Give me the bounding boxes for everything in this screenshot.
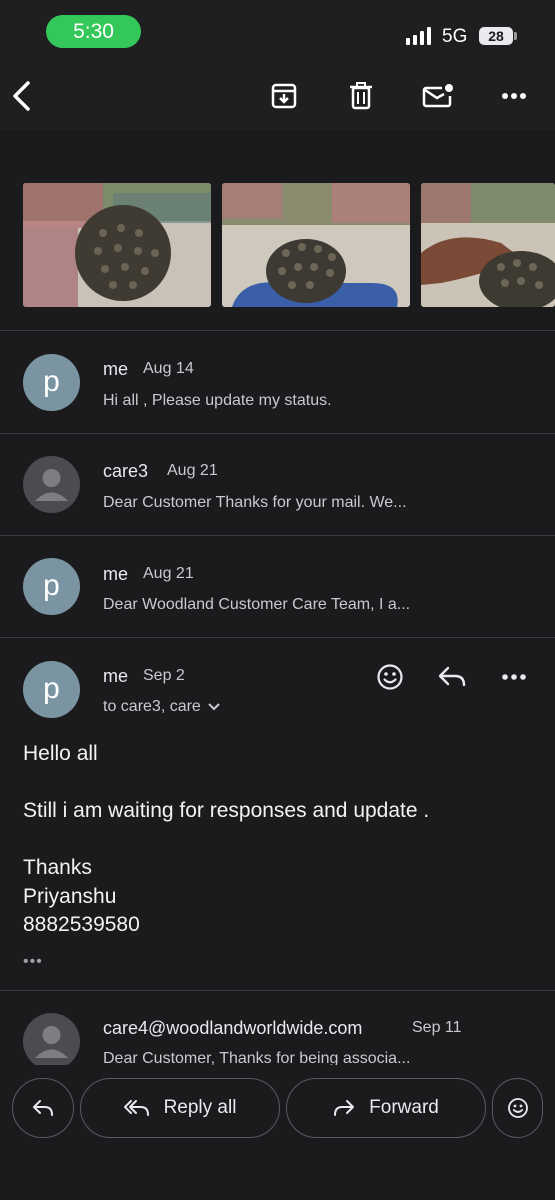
person-icon bbox=[35, 469, 68, 501]
shoe-sole-photo-3 bbox=[421, 183, 555, 307]
mark-unread-icon bbox=[422, 84, 453, 108]
message-date: Aug 14 bbox=[143, 360, 194, 377]
message-body-line: Hello all bbox=[23, 742, 98, 765]
more-horizontal-icon bbox=[502, 674, 526, 680]
back-arrow-icon bbox=[13, 81, 30, 111]
sender-name: care3 bbox=[103, 461, 149, 481]
message-row-2[interactable] bbox=[0, 434, 555, 535]
message-body-line: Priyanshu bbox=[23, 885, 117, 908]
archive-icon bbox=[271, 83, 297, 109]
reply-all-label: Reply all bbox=[163, 1097, 237, 1118]
sender-name: care4@woodlandworldwide.com bbox=[103, 1018, 363, 1038]
avatar bbox=[23, 1013, 80, 1065]
delete-button[interactable] bbox=[341, 76, 381, 116]
message-row-1[interactable] bbox=[0, 331, 555, 432]
message-snippet: Hi all , Please update my status. bbox=[103, 392, 332, 409]
recipients-toggle[interactable]: to care3, care bbox=[103, 698, 221, 716]
status-time: 5:30 bbox=[46, 15, 141, 48]
shoe-sole-photo-2 bbox=[222, 183, 410, 307]
chevron-down-icon bbox=[208, 703, 220, 711]
shoe-sole-photo-1 bbox=[23, 183, 211, 307]
message-date: Sep 11 bbox=[412, 1019, 462, 1036]
attachment-photo-1[interactable] bbox=[23, 183, 211, 307]
message-row-3[interactable] bbox=[0, 536, 555, 637]
reply-button[interactable] bbox=[433, 658, 471, 696]
avatar: p bbox=[23, 558, 80, 615]
mark-unread-button[interactable] bbox=[418, 76, 458, 116]
network-label: 5G bbox=[442, 26, 468, 47]
smiley-icon bbox=[507, 1098, 528, 1118]
show-trimmed-content[interactable]: ••• bbox=[23, 953, 43, 971]
more-options-button[interactable] bbox=[494, 76, 534, 116]
archive-button[interactable] bbox=[264, 76, 304, 116]
smiley-icon bbox=[377, 664, 403, 690]
back-button[interactable] bbox=[2, 76, 42, 116]
recipients-label: to care3, care bbox=[103, 698, 201, 715]
avatar: p bbox=[23, 354, 80, 411]
more-horizontal-icon bbox=[502, 93, 526, 99]
emoji-react-button[interactable] bbox=[371, 658, 409, 696]
forward-label: Forward bbox=[369, 1097, 439, 1118]
message-body-line: 8882539580 bbox=[23, 913, 140, 936]
reply-all-icon bbox=[123, 1100, 149, 1116]
reply-icon bbox=[33, 1100, 53, 1116]
sender-name: me bbox=[103, 564, 129, 584]
battery-tip bbox=[514, 32, 517, 40]
message-more-button[interactable] bbox=[495, 658, 533, 696]
trash-icon bbox=[350, 82, 372, 110]
message-snippet: Dear Woodland Customer Care Team, I a... bbox=[103, 596, 411, 613]
message-date: Sep 2 bbox=[143, 667, 185, 684]
sender-name: me bbox=[103, 666, 129, 686]
emoji-react-pill-button[interactable] bbox=[492, 1078, 543, 1138]
attachment-photo-2[interactable] bbox=[222, 183, 410, 307]
forward-button[interactable]: Forward bbox=[286, 1078, 486, 1138]
reply-all-button[interactable]: Reply all bbox=[80, 1078, 280, 1138]
reply-pill-button[interactable] bbox=[12, 1078, 74, 1138]
forward-icon bbox=[334, 1100, 355, 1116]
attachment-photo-3[interactable] bbox=[421, 183, 555, 307]
message-date: Aug 21 bbox=[167, 462, 218, 479]
message-body-line: Still i am waiting for responses and upd… bbox=[23, 799, 430, 822]
person-icon bbox=[35, 1026, 68, 1058]
reply-icon bbox=[438, 666, 466, 687]
message-date: Aug 21 bbox=[143, 565, 194, 582]
divider bbox=[0, 637, 555, 638]
message-body-line: Thanks bbox=[23, 856, 92, 879]
avatar: p bbox=[23, 661, 80, 718]
battery-icon: 28 bbox=[479, 27, 513, 45]
avatar bbox=[23, 456, 80, 513]
sender-name: me bbox=[103, 359, 129, 379]
message-snippet: Dear Customer Thanks for your mail. We..… bbox=[103, 494, 407, 511]
message-row-4[interactable]: care4@woodlandworldwide.com Sep 11 Dear … bbox=[0, 991, 555, 1065]
signal-icon bbox=[406, 27, 431, 45]
message-snippet: Dear Customer, Thanks for being associa.… bbox=[103, 1050, 411, 1065]
